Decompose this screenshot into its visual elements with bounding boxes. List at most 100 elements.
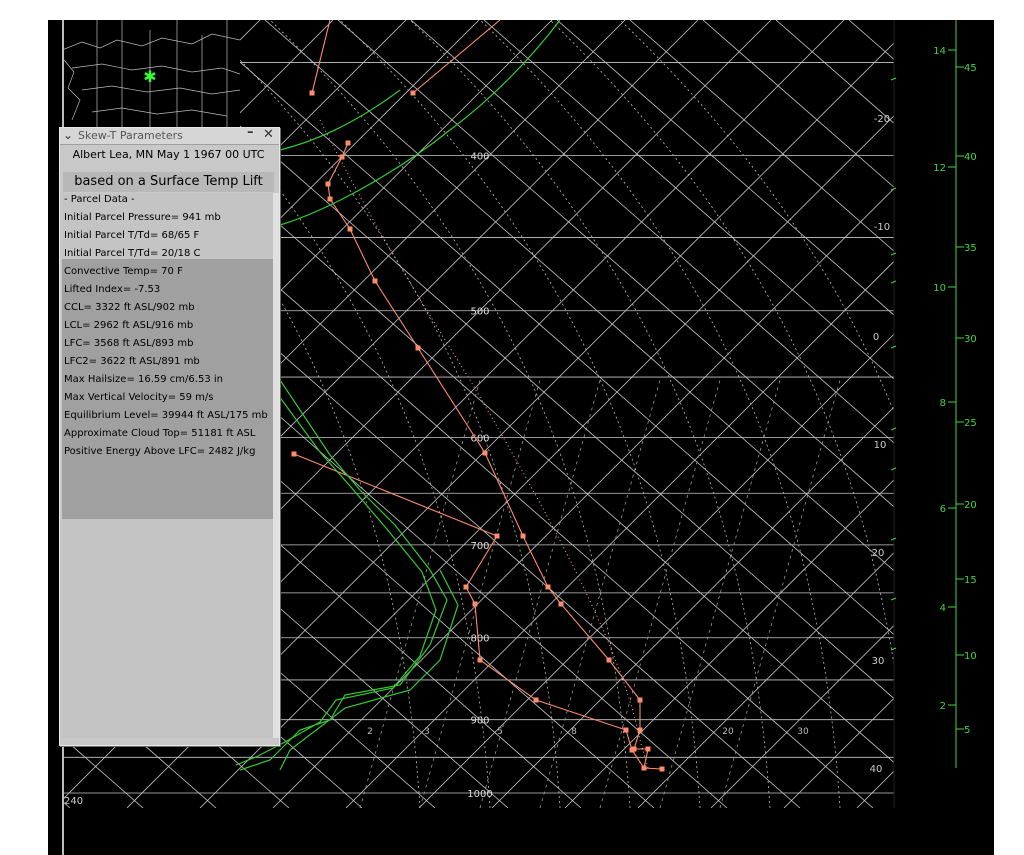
parcel-data-empty bbox=[62, 519, 273, 738]
mixing-ratio-label: 5 bbox=[497, 727, 503, 737]
height-kft-label: 25 bbox=[964, 418, 977, 429]
moist-adiabat-line bbox=[549, 20, 894, 668]
mixing-ratio-label: 30 bbox=[797, 727, 809, 737]
sounding-profiles bbox=[235, 20, 665, 772]
isotherm-line bbox=[710, 624, 894, 808]
isotherm-line bbox=[856, 770, 894, 808]
mixing-ratio-label: 8 bbox=[571, 727, 577, 737]
height-kft-label: 15 bbox=[964, 575, 977, 586]
chevron-down-icon[interactable]: ⌄ bbox=[63, 127, 73, 143]
height-km-label: 12 bbox=[933, 163, 946, 174]
dry-adiabat-line bbox=[410, 20, 894, 444]
temperature-point bbox=[520, 533, 526, 539]
mixing-ratio-line bbox=[479, 379, 601, 808]
station-marker-icon: ✱ bbox=[143, 67, 156, 86]
temperature-point bbox=[558, 601, 564, 607]
window-title: Skew-T Parameters bbox=[78, 129, 183, 142]
isotherm-line bbox=[345, 260, 894, 808]
isotherm-line bbox=[564, 479, 894, 808]
height-kft-label: 10 bbox=[964, 651, 977, 662]
isotherm-line bbox=[199, 115, 894, 808]
parcel-data-row: Initial Parcel T/Td= 68/65 F bbox=[64, 230, 200, 241]
parcel-data-row: Lifted Index= -7.53 bbox=[64, 284, 161, 295]
dry-adiabat-line bbox=[995, 20, 1024, 808]
moist-adiabat-line bbox=[619, 20, 894, 414]
bottom-corner-label: 240 bbox=[64, 796, 83, 807]
temperature-profile bbox=[327, 142, 663, 770]
dewpoint-trace-point bbox=[291, 451, 297, 457]
skewt-parameters-window[interactable]: ⌄ Skew-T Parameters – ✕ Albert Lea, MN M… bbox=[59, 125, 280, 746]
pressure-label: 500 bbox=[470, 307, 489, 318]
height-kft-label: 30 bbox=[964, 334, 977, 345]
parcel-data-row: LCL= 2962 ft ASL/916 mb bbox=[64, 320, 194, 331]
dewpoint-trace-profile bbox=[293, 453, 645, 769]
height-axis: 2 4 6 8 10 12 14 5 10 15 20 25 30 35 40 45 bbox=[890, 20, 977, 808]
parcel-data-row: Initial Parcel Pressure= 941 mb bbox=[64, 212, 221, 223]
isotherm-line bbox=[1003, 20, 1024, 808]
isotherm-line bbox=[418, 333, 894, 808]
temperature-point bbox=[339, 154, 345, 160]
parcel-data-panel: - Parcel Data - Initial Parcel Pressure=… bbox=[62, 193, 279, 738]
moist-adiabat-line bbox=[339, 20, 701, 808]
lift-basis-label: based on a Surface Temp Lift bbox=[63, 172, 274, 192]
isotherm-label: -10 bbox=[874, 222, 890, 233]
mixing-ratio-label: 3 bbox=[424, 727, 430, 737]
dewpoint-trace-point bbox=[533, 697, 539, 703]
dry-adiabat-line bbox=[922, 20, 1024, 808]
height-kft-label: 5 bbox=[964, 725, 970, 736]
dewpoint-trace-point bbox=[463, 584, 469, 590]
temperature-point bbox=[415, 345, 421, 351]
upper-profile-point bbox=[410, 90, 416, 96]
mixing-ratio-label: 2 bbox=[367, 727, 373, 737]
parcel-data-row: CCL= 3322 ft ASL/902 mb bbox=[64, 302, 195, 313]
height-kft-label: 35 bbox=[964, 243, 977, 254]
moist-adiabat-line bbox=[479, 20, 841, 808]
isotherm-label: -20 bbox=[874, 114, 890, 125]
height-km-label: 4 bbox=[940, 603, 946, 614]
dry-adiabat-line bbox=[483, 20, 894, 380]
temperature-point bbox=[637, 727, 643, 733]
dry-adiabat-line bbox=[264, 20, 894, 572]
dewpoint-trace-point bbox=[641, 765, 647, 771]
isotherm-line bbox=[491, 406, 894, 808]
dewpoint-trace-point bbox=[477, 657, 483, 663]
isotherm-line bbox=[930, 20, 1024, 808]
temperature-point bbox=[659, 766, 665, 772]
dry-adiabat-line bbox=[556, 20, 894, 316]
dry-adiabat-line bbox=[848, 20, 894, 60]
pressure-label: 400 bbox=[470, 151, 489, 162]
isotherm-label: 0 bbox=[873, 332, 879, 343]
dry-adiabat-line bbox=[629, 20, 894, 252]
height-km-label: 2 bbox=[940, 701, 946, 712]
station-date-label: Albert Lea, MN May 1 1967 00 UTC bbox=[72, 148, 265, 161]
isotherm-label: 30 bbox=[872, 656, 885, 667]
height-km-label: 6 bbox=[940, 504, 946, 515]
pressure-label: 1000 bbox=[467, 789, 492, 800]
dewpoint-trace-point bbox=[629, 747, 635, 753]
temperature-point bbox=[482, 450, 488, 456]
isotherm-label: 10 bbox=[874, 440, 887, 451]
parcel-data-row: Convective Temp= 70 F bbox=[64, 266, 183, 277]
upper-profile-segment bbox=[311, 20, 331, 94]
upper-profile-segment bbox=[412, 20, 501, 94]
dry-adiabat-line bbox=[702, 20, 894, 188]
close-icon[interactable]: ✕ bbox=[263, 127, 274, 143]
temperature-point bbox=[645, 746, 651, 752]
parcel-data-row: Positive Energy Above LFC= 2482 J/kg bbox=[64, 446, 256, 457]
temperature-point bbox=[637, 697, 643, 703]
minimize-icon[interactable]: – bbox=[247, 125, 254, 141]
parcel-data-body bbox=[62, 259, 273, 519]
parcel-data-row: LFC= 3568 ft ASL/893 mb bbox=[64, 338, 194, 349]
pressure-label: 800 bbox=[470, 634, 489, 645]
mixing-ratio-line bbox=[539, 379, 661, 808]
isotherm-line bbox=[783, 697, 894, 808]
temperature-point bbox=[327, 196, 333, 202]
height-kft-label: 40 bbox=[964, 152, 977, 163]
isotherm-label: 40 bbox=[870, 764, 883, 775]
isotherm-label: 20 bbox=[872, 548, 885, 559]
height-kft-label: 20 bbox=[964, 500, 977, 511]
window-titlebar[interactable]: ⌄ Skew-T Parameters – ✕ bbox=[60, 125, 279, 145]
height-km-label: 10 bbox=[933, 283, 946, 294]
pressure-label: 700 bbox=[470, 541, 489, 552]
dry-adiabat-line bbox=[775, 20, 894, 124]
